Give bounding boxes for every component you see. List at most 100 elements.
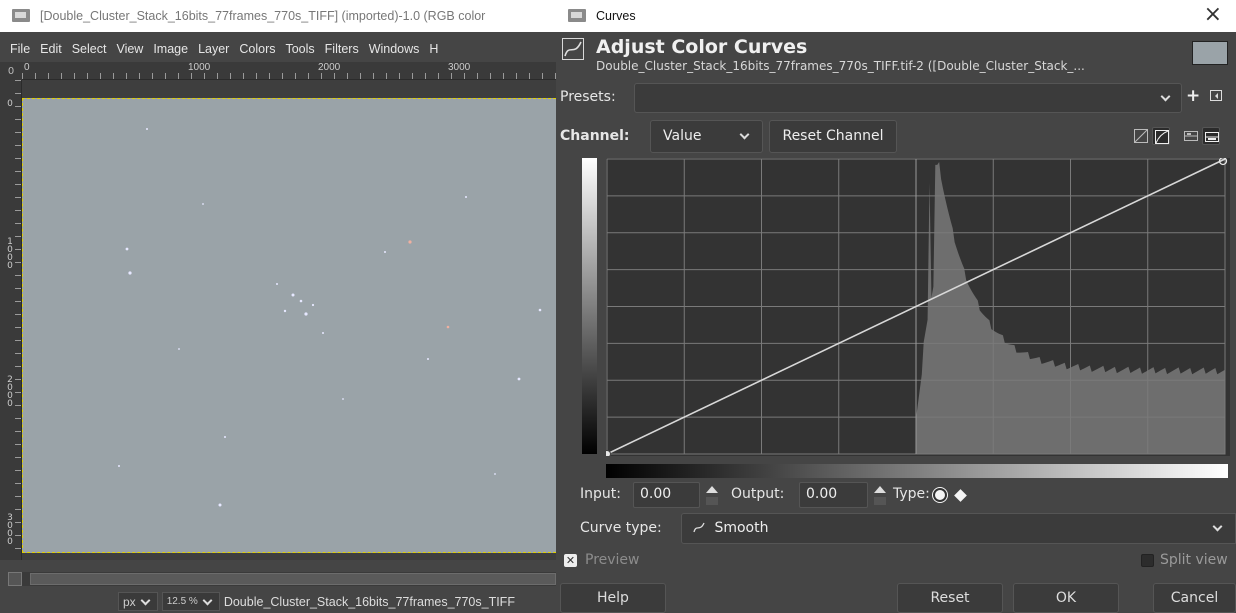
star	[494, 473, 496, 475]
curve-graph-svg[interactable]	[603, 156, 1230, 458]
channel-row: Channel: Value Reset Channel	[556, 120, 1236, 154]
curve-graph-area	[556, 156, 1236, 488]
curves-dialog: Curves × Adjust Color Curves Double_Clus…	[556, 0, 1236, 613]
output-value: 0.00	[806, 486, 838, 502]
zoom-value: 12.5 %	[166, 596, 198, 607]
split-view-checkbox[interactable]	[1141, 554, 1154, 567]
menu-edit[interactable]: Edit	[40, 42, 62, 56]
combined-view-icon[interactable]	[1202, 127, 1220, 145]
star	[118, 465, 120, 467]
gimp-image-window: [Double_Cluster_Stack_16bits_77frames_77…	[0, 0, 556, 613]
curve-type-select[interactable]: Smooth	[681, 513, 1236, 544]
linear-histogram-icon[interactable]	[1132, 127, 1150, 145]
star	[322, 332, 324, 334]
star	[128, 271, 132, 275]
gimp-status-bar: px 12.5 % Double_Cluster_Stack_16bits_77…	[0, 590, 556, 613]
star-field	[118, 128, 542, 507]
menu-layer[interactable]: Layer	[198, 42, 229, 56]
input-spinner[interactable]: 0.00	[633, 482, 700, 508]
vertical-ruler[interactable]: 0 1000 2000 3000	[0, 80, 22, 560]
unit-select[interactable]: px	[118, 592, 158, 611]
h-ruler-label-1000: 1000	[188, 62, 211, 73]
menu-help[interactable]: H	[429, 42, 438, 56]
close-icon[interactable]: ×	[1204, 4, 1222, 26]
smooth-curve-icon	[693, 522, 705, 533]
curve-point-start[interactable]	[603, 450, 611, 458]
presets-menu-icon[interactable]	[1210, 90, 1222, 101]
curves-title-bar[interactable]: Curves ×	[556, 0, 1236, 32]
presets-select[interactable]	[634, 83, 1182, 113]
menu-image[interactable]: Image	[153, 42, 188, 56]
star	[465, 196, 467, 198]
type-label: Type:	[893, 486, 930, 502]
channel-select[interactable]: Value	[650, 120, 763, 153]
presets-row: Presets: +	[556, 80, 1236, 114]
curve-type-row: Curve type: Smooth	[556, 513, 1236, 545]
cancel-button[interactable]: Cancel	[1153, 583, 1236, 613]
input-output-row: Input: 0.00 Output: 0.00 Type:	[556, 482, 1236, 510]
star	[146, 128, 148, 130]
dialog-title: Adjust Color Curves	[596, 36, 808, 58]
dialog-header: Adjust Color Curves Double_Cluster_Stack…	[556, 32, 1236, 76]
menu-colors[interactable]: Colors	[239, 42, 275, 56]
help-button[interactable]: Help	[560, 583, 666, 613]
add-preset-button[interactable]: +	[1186, 86, 1200, 106]
ruler-corner-toggle[interactable]: 0	[0, 62, 22, 80]
star	[311, 303, 315, 307]
star	[517, 377, 521, 381]
curve-type-label: Curve type:	[580, 520, 662, 536]
status-filename: Double_Cluster_Stack_16bits_77frames_770…	[223, 594, 515, 609]
menu-windows[interactable]: Windows	[369, 42, 420, 56]
h-ruler-label-2000: 2000	[318, 62, 341, 73]
reset-channel-button[interactable]: Reset Channel	[769, 120, 897, 153]
chevron-down-icon	[739, 129, 750, 140]
output-label: Output:	[731, 486, 785, 502]
star	[125, 247, 129, 251]
navigate-icon[interactable]	[8, 572, 22, 586]
horizontal-ruler[interactable]: 0 1000 2000 3000	[22, 62, 556, 80]
star	[276, 283, 278, 285]
star	[299, 299, 303, 303]
input-label: Input:	[580, 486, 621, 502]
chevron-down-icon	[140, 595, 151, 605]
menu-filters[interactable]: Filters	[325, 42, 359, 56]
reset-button[interactable]: Reset	[897, 583, 1003, 613]
channel-view-icon[interactable]	[1182, 127, 1200, 145]
preview-label[interactable]: Preview	[585, 552, 640, 568]
smooth-point-icon[interactable]	[933, 488, 947, 502]
star	[224, 436, 226, 438]
star	[202, 203, 204, 205]
log-histogram-icon[interactable]	[1152, 127, 1170, 145]
star	[427, 358, 429, 360]
chevron-down-icon	[1212, 521, 1223, 532]
image-canvas[interactable]	[22, 98, 556, 553]
menu-tools[interactable]: Tools	[285, 42, 314, 56]
gimp-title-bar[interactable]: [Double_Cluster_Stack_16bits_77frames_77…	[0, 0, 556, 32]
menu-file[interactable]: File	[10, 42, 30, 56]
output-gradient-bar	[582, 158, 597, 454]
image-canvas-area[interactable]	[22, 80, 556, 560]
preview-checkbox[interactable]: ✕	[564, 554, 577, 567]
menu-select[interactable]: Select	[72, 42, 107, 56]
split-view-label[interactable]: Split view	[1160, 552, 1228, 568]
curves-window-title: Curves	[596, 9, 636, 23]
ruler-corner-label: 0	[7, 65, 15, 77]
menu-view[interactable]: View	[116, 42, 143, 56]
curve-graph[interactable]	[603, 156, 1230, 458]
v-ruler-label-0: 0	[7, 99, 13, 109]
output-spinner-buttons[interactable]	[872, 482, 888, 508]
red-star	[408, 240, 412, 244]
star	[218, 503, 222, 507]
output-spinner[interactable]: 0.00	[799, 482, 868, 508]
ok-button[interactable]: OK	[1013, 583, 1119, 613]
gimp-window-title: [Double_Cluster_Stack_16bits_77frames_77…	[40, 9, 486, 23]
input-spinner-buttons[interactable]	[704, 482, 720, 508]
scrollbar-track[interactable]	[30, 573, 556, 585]
zoom-select[interactable]: 12.5 %	[161, 592, 220, 611]
dialog-subtitle: Double_Cluster_Stack_16bits_77frames_770…	[596, 59, 1085, 73]
corner-point-icon[interactable]	[954, 489, 967, 502]
chevron-down-icon	[1160, 91, 1171, 102]
red-star	[446, 325, 450, 329]
horizontal-scrollbar[interactable]	[8, 572, 556, 586]
v-ruler-label-1000: 1000	[7, 237, 13, 271]
